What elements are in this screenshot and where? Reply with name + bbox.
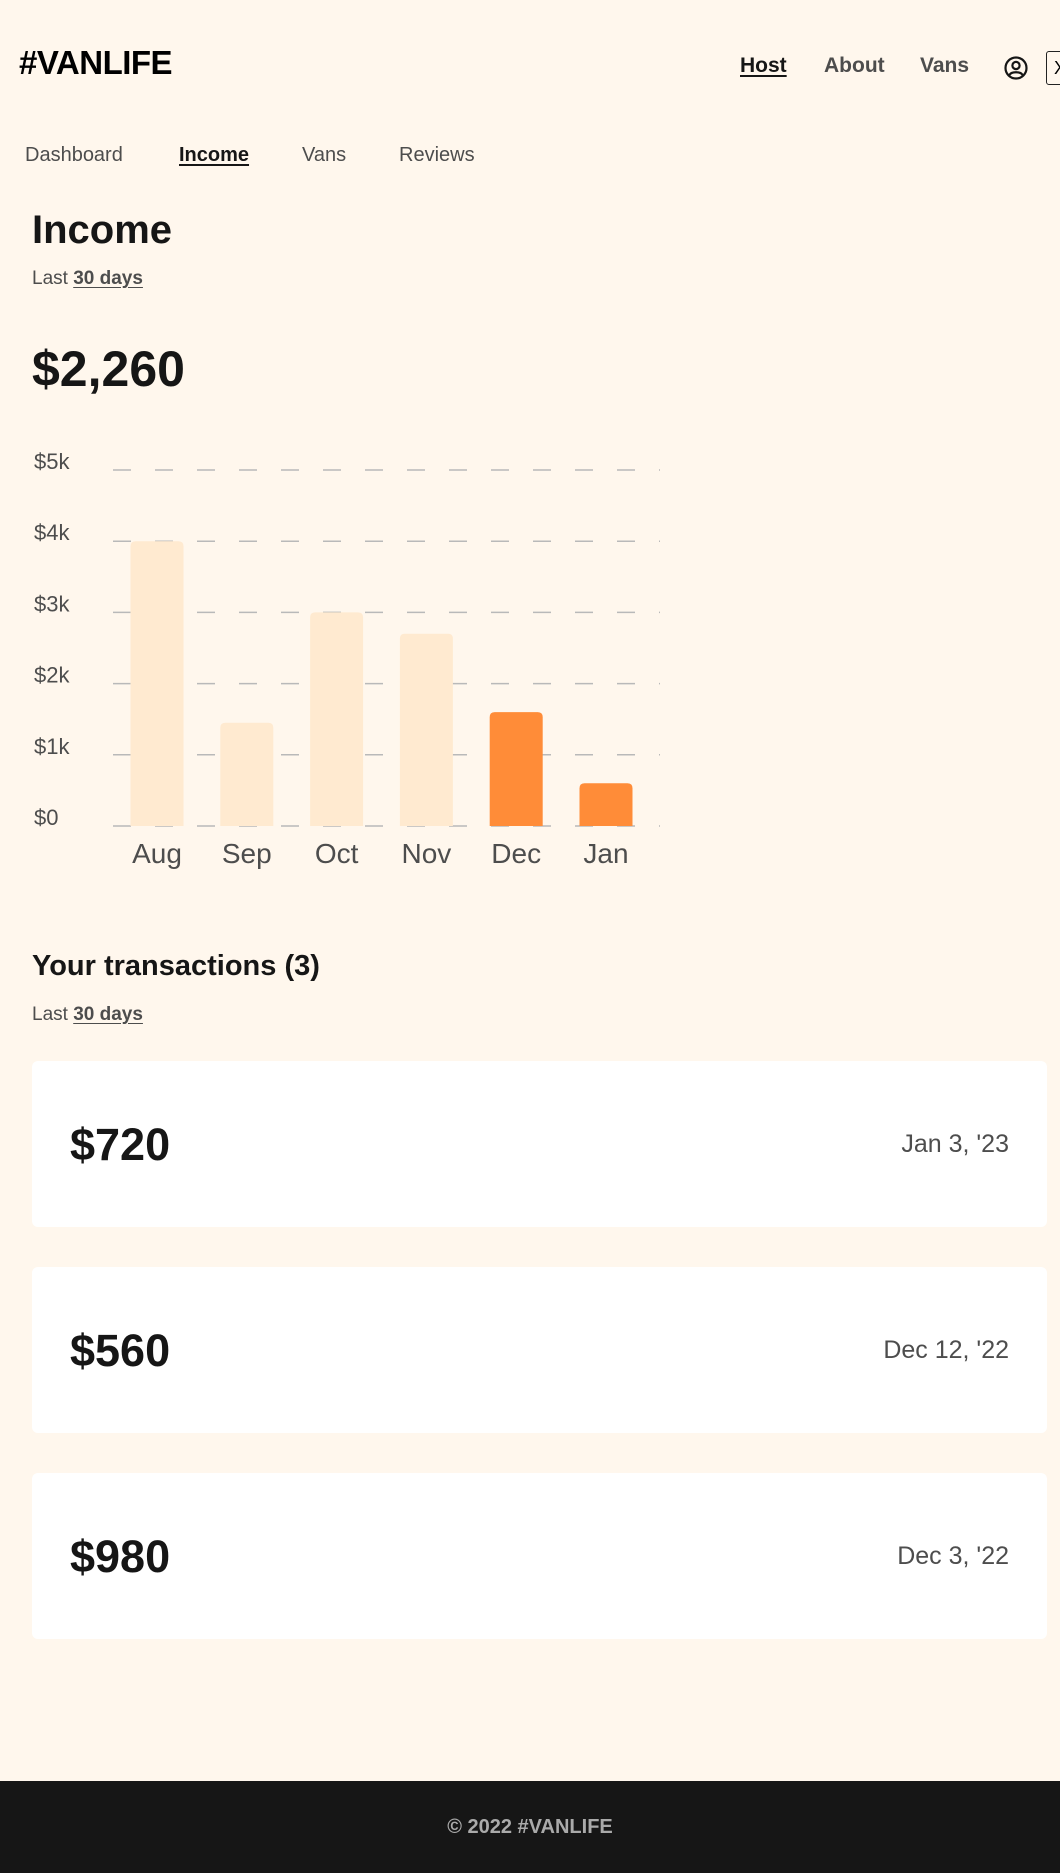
total-income: $2,260 [32, 341, 185, 397]
period-prefix: Last [32, 268, 68, 289]
page-title: Income [32, 208, 173, 252]
y-tick-label: $0 [34, 805, 58, 830]
y-tick-label: $4k [34, 520, 70, 545]
x-tick-label: Dec [491, 838, 541, 869]
tab-dashboard[interactable]: Dashboard [25, 144, 123, 167]
transaction-date: Jan 3, '23 [901, 1130, 1009, 1158]
logo[interactable]: #VANLIFE [19, 44, 173, 82]
period-link[interactable]: 30 days [73, 268, 143, 289]
tab-vans[interactable]: Vans [302, 144, 346, 167]
chart-bar-nov [399, 633, 453, 826]
tab-income[interactable]: Income [179, 144, 249, 167]
x-tick-label: Oct [315, 838, 359, 869]
transaction-date: Dec 12, '22 [883, 1336, 1009, 1364]
chart-bar-oct [310, 612, 364, 826]
transaction-date: Dec 3, '22 [897, 1542, 1009, 1570]
transaction-card: $720 Jan 3, '23 [32, 1061, 1047, 1227]
income-period: Last 30 days [32, 268, 143, 290]
logout-button[interactable]: X [1046, 51, 1060, 85]
income-bar-chart: $0 $1k $2k $3k $4k $5k Aug Sep Oct Nov Dec Jan [34, 449, 660, 869]
transaction-card: $980 Dec 3, '22 [32, 1473, 1047, 1639]
tab-reviews[interactable]: Reviews [399, 144, 475, 167]
transactions-period: Last 30 days [32, 1004, 143, 1026]
transactions-title: Your transactions (3) [32, 950, 320, 982]
period-link[interactable]: 30 days [73, 1004, 143, 1025]
nav-vans-link[interactable]: Vans [920, 54, 969, 78]
site-footer: © 2022 #VANLIFE [0, 1781, 1060, 1873]
transaction-amount: $980 [70, 1531, 171, 1582]
chart-bar-aug [130, 541, 184, 826]
chart-bar-jan [579, 783, 633, 826]
footer-text: © 2022 #VANLIFE [447, 1815, 613, 1838]
transaction-amount: $560 [70, 1325, 171, 1376]
chart-bar-sep [220, 722, 274, 826]
y-tick-label: $1k [34, 734, 70, 759]
period-prefix: Last [32, 1004, 68, 1025]
site-header: #VANLIFE Host About Vans X [0, 0, 1060, 135]
x-tick-label: Jan [583, 838, 628, 869]
y-tick-label: $2k [34, 663, 70, 688]
transactions-list: $720 Jan 3, '23 $560 Dec 12, '22 $980 De… [32, 1061, 1047, 1679]
x-tick-label: Sep [222, 838, 272, 869]
transaction-card: $560 Dec 12, '22 [32, 1267, 1047, 1433]
user-circle-icon[interactable] [1003, 55, 1029, 81]
x-tick-label: Nov [402, 838, 452, 869]
x-tick-label: Aug [132, 838, 182, 869]
nav-about-link[interactable]: About [824, 54, 885, 78]
y-tick-label: $5k [34, 449, 70, 474]
y-tick-label: $3k [34, 591, 70, 616]
chart-bar-dec [489, 712, 543, 826]
transaction-amount: $720 [70, 1119, 171, 1170]
nav-host-link[interactable]: Host [740, 54, 787, 78]
